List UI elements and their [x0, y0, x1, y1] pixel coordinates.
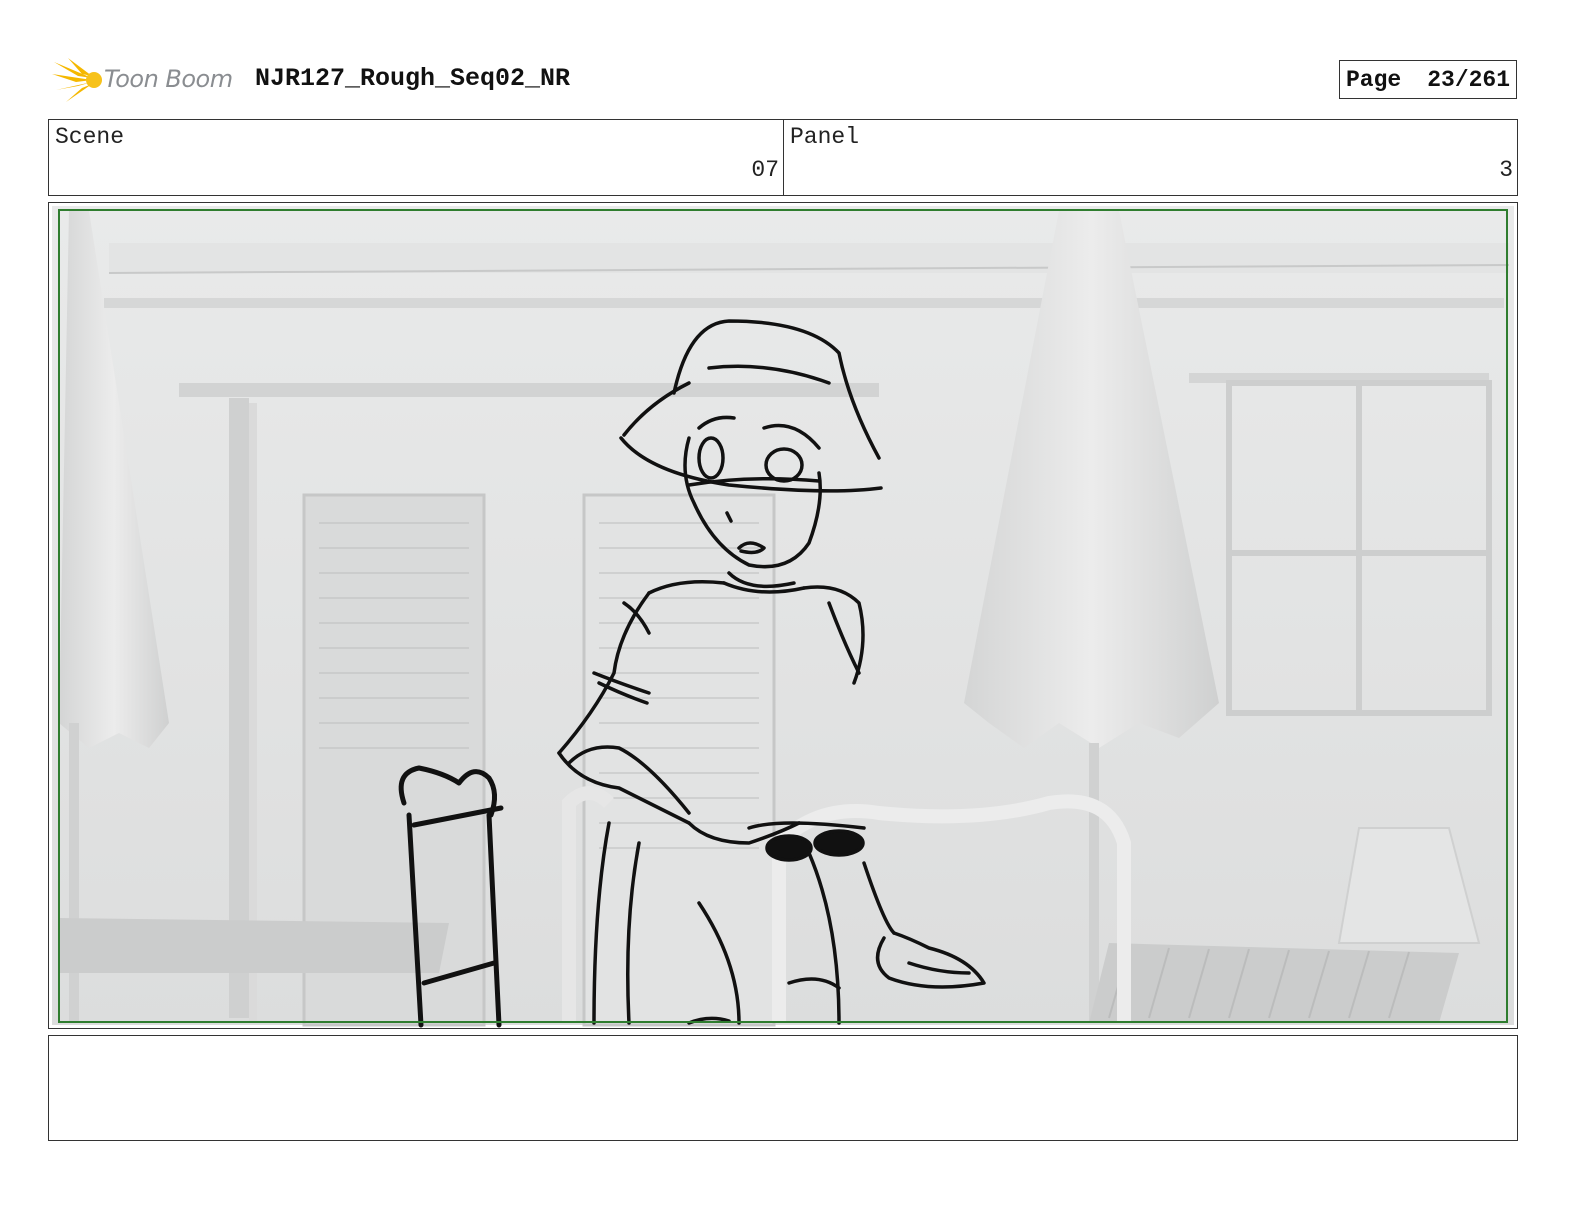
- panel-value: 3: [1499, 157, 1513, 183]
- scene-value: 07: [751, 157, 779, 183]
- storyboard-panel-frame: [48, 202, 1518, 1029]
- project-title: NJR127_Rough_Seq02_NR: [255, 64, 571, 93]
- panel-label: Panel: [790, 124, 860, 150]
- storyboard-sketch-image: [52, 206, 1514, 1028]
- scene-label: Scene: [55, 124, 125, 150]
- scene-cell: Scene 07: [49, 120, 784, 195]
- page-number: 23/261: [1427, 66, 1511, 93]
- scene-panel-header: Scene 07 Panel 3: [48, 119, 1518, 196]
- logo-wordmark: Toon Boom: [104, 65, 233, 93]
- page-counter: Page 23/261: [1339, 60, 1517, 99]
- page-label: Page: [1346, 66, 1402, 93]
- panel-notes-box: [48, 1035, 1518, 1141]
- panel-cell: Panel 3: [784, 120, 1517, 195]
